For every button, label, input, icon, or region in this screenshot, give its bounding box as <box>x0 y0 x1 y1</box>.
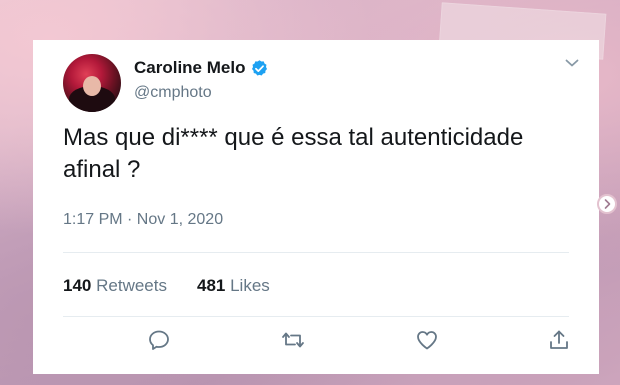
divider <box>63 252 569 253</box>
divider <box>63 316 569 317</box>
next-button[interactable] <box>597 194 617 214</box>
retweets-count: 140 <box>63 276 92 295</box>
engagement-stats: 140 Retweets 481 Likes <box>63 276 300 296</box>
author-handle[interactable]: @cmphoto <box>134 84 212 102</box>
retweet-icon[interactable] <box>281 328 305 352</box>
share-icon[interactable] <box>547 328 571 352</box>
tweet-card: Caroline Melo @cmphoto Mas que di**** qu… <box>33 40 599 374</box>
retweets-stat[interactable]: 140 Retweets <box>63 276 167 296</box>
avatar[interactable] <box>63 54 121 112</box>
author-name[interactable]: Caroline Melo <box>134 58 245 78</box>
heart-icon[interactable] <box>415 328 439 352</box>
retweets-label: Retweets <box>96 276 167 295</box>
action-bar <box>63 328 569 358</box>
likes-label: Likes <box>230 276 270 295</box>
tweet-text: Mas que di**** que é essa tal autenticid… <box>63 124 524 183</box>
reply-icon[interactable] <box>147 328 171 352</box>
tweet-timestamp[interactable]: 1:17 PM · Nov 1, 2020 <box>63 211 223 229</box>
likes-count: 481 <box>196 276 226 295</box>
likes-stat[interactable]: 481 Likes <box>197 276 270 296</box>
chevron-down-icon[interactable] <box>565 58 579 68</box>
avatar-face <box>83 76 101 96</box>
verified-badge-icon <box>252 59 268 76</box>
chevron-right-icon <box>604 199 611 209</box>
author-name-row[interactable]: Caroline Melo <box>134 58 269 78</box>
